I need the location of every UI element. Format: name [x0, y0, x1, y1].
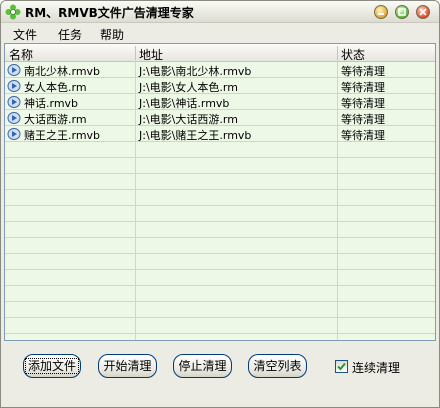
maximize-icon	[398, 8, 406, 16]
cell-path: J:\电影\女人本色.rm	[139, 81, 238, 94]
close-icon	[419, 8, 427, 16]
window-title: RM、RMVB文件广告清理专家	[25, 6, 194, 20]
table-row[interactable]: 神话.rmvb J:\电影\神话.rmvb 等待清理	[5, 94, 435, 110]
stop-clean-label: 停止清理	[178, 359, 227, 373]
table-row[interactable]: 南北少林.rmvb J:\电影\南北少林.rmvb 等待清理	[5, 62, 435, 78]
column-header-status[interactable]: 状态	[341, 46, 365, 63]
cell-name: 赌王之王.rmvb	[24, 129, 101, 142]
cell-name: 女人本色.rm	[24, 81, 87, 94]
media-file-icon	[7, 80, 21, 92]
table-row[interactable]: 大话西游.rm J:\电影\大话西游.rm 等待清理	[5, 110, 435, 126]
column-divider[interactable]	[135, 46, 136, 60]
close-button[interactable]	[416, 5, 430, 19]
title-bar[interactable]: RM、RMVB文件广告清理专家	[1, 1, 439, 23]
cell-path: J:\电影\赌王之王.rmvb	[139, 129, 252, 142]
column-header-name[interactable]: 名称	[9, 46, 33, 63]
stop-clean-button[interactable]: 停止清理	[173, 354, 232, 378]
minimize-icon	[378, 13, 384, 15]
list-header: 名称 地址 状态	[5, 44, 435, 63]
start-clean-button[interactable]: 开始清理	[98, 354, 157, 378]
add-file-label: 添加文件	[24, 358, 79, 374]
cell-status: 等待清理	[341, 113, 385, 126]
media-file-icon	[7, 96, 21, 108]
cell-name: 大话西游.rm	[24, 113, 87, 126]
app-window: RM、RMVB文件广告清理专家 文件 任务 帮助 名称 地址 状态 南北少林.r…	[0, 0, 440, 408]
menu-help[interactable]: 帮助	[100, 26, 124, 43]
column-header-path[interactable]: 地址	[139, 46, 163, 63]
menu-file[interactable]: 文件	[13, 26, 37, 43]
app-logo-icon	[5, 4, 21, 20]
cell-name: 神话.rmvb	[24, 97, 79, 110]
media-file-icon	[7, 112, 21, 124]
checkmark-icon	[337, 362, 346, 371]
cell-path: J:\电影\大话西游.rm	[139, 113, 238, 126]
cell-status: 等待清理	[341, 65, 385, 78]
menu-task[interactable]: 任务	[58, 26, 82, 43]
table-row[interactable]: 赌王之王.rmvb J:\电影\赌王之王.rmvb 等待清理	[5, 126, 435, 142]
start-clean-label: 开始清理	[103, 359, 152, 373]
menu-bar: 文件 任务 帮助	[1, 23, 439, 42]
column-divider[interactable]	[337, 46, 338, 60]
cell-name: 南北少林.rmvb	[24, 65, 101, 78]
clear-list-button[interactable]: 清空列表	[248, 354, 307, 378]
continuous-clean-label[interactable]: 连续清理	[352, 359, 400, 376]
cell-status: 等待清理	[341, 81, 385, 94]
media-file-icon	[7, 64, 21, 76]
table-row[interactable]: 女人本色.rm J:\电影\女人本色.rm 等待清理	[5, 78, 435, 94]
cell-status: 等待清理	[341, 129, 385, 142]
continuous-clean-checkbox[interactable]	[335, 360, 348, 373]
maximize-button[interactable]	[395, 5, 409, 19]
clear-list-label: 清空列表	[253, 359, 302, 373]
cell-path: J:\电影\南北少林.rmvb	[139, 65, 252, 78]
cell-path: J:\电影\神话.rmvb	[139, 97, 230, 110]
media-file-icon	[7, 128, 21, 140]
cell-status: 等待清理	[341, 97, 385, 110]
file-list[interactable]: 名称 地址 状态 南北少林.rmvb J:\电影\南北少林.rmvb 等待清理 女人本…	[4, 43, 436, 341]
add-file-button[interactable]: 添加文件	[23, 354, 81, 378]
minimize-button[interactable]	[374, 5, 388, 19]
